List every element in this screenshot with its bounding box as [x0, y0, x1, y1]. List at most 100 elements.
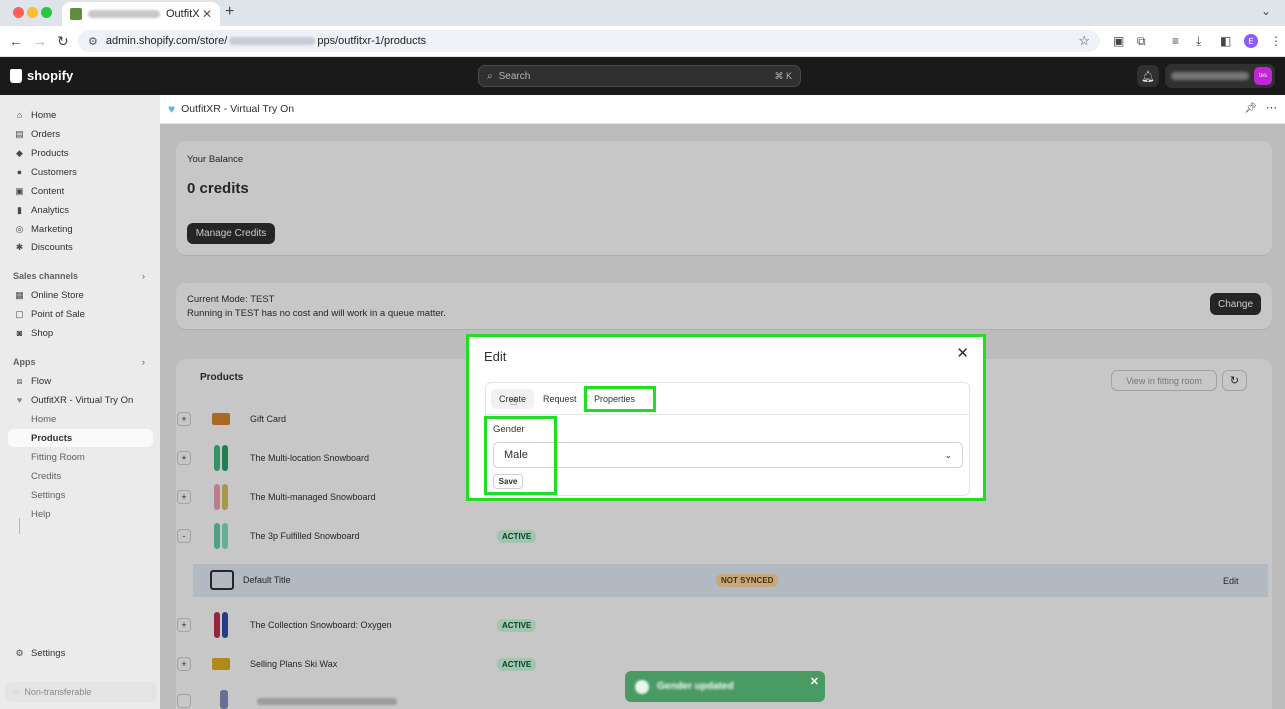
gender-select[interactable]: Male ⌄	[493, 442, 963, 468]
store-menu-button[interactable]: tes	[1165, 64, 1275, 88]
toast-notification: Gender updated ✕	[625, 671, 825, 702]
nav-settings[interactable]: ⚙ Settings	[8, 644, 153, 662]
bar-chart-icon: ▮	[17, 204, 22, 215]
nav-flow[interactable]: ⧈ Flow	[8, 372, 153, 390]
nav-marketing[interactable]: ◎ Marketing	[8, 220, 153, 238]
tab-list: Create Request Properties	[486, 383, 969, 415]
store-avatar: tes	[1254, 67, 1272, 85]
app-title: OutfitXR - Virtual Try On	[181, 103, 295, 115]
search-icon: ⌕	[487, 70, 493, 82]
reload-icon[interactable]: ↻	[57, 33, 69, 50]
pos-icon: ▢	[15, 308, 24, 319]
profile-avatar[interactable]: E	[1244, 34, 1258, 48]
tab-request[interactable]: Request	[535, 389, 585, 409]
blurred-url-segment	[229, 37, 316, 45]
blurred-store-name	[88, 10, 160, 18]
blurred-store-name	[1171, 72, 1249, 80]
site-info-icon[interactable]: ⚙	[88, 35, 98, 48]
pin-icon[interactable]: 📌︎	[1244, 103, 1257, 114]
nav-app-credits[interactable]: Credits	[8, 467, 153, 485]
gender-field-highlight	[484, 416, 557, 495]
sales-channels-heading: Sales channels	[13, 271, 79, 281]
shopify-favicon-icon	[70, 8, 82, 20]
apps-chevron-icon[interactable]: ›	[142, 357, 145, 367]
outfitxr-heart-icon: ♥	[16, 395, 23, 405]
apps-heading: Apps	[13, 357, 36, 367]
tag-icon: ◆	[16, 147, 23, 158]
target-icon: ◎	[15, 223, 24, 234]
tab-search-chevron-icon[interactable]: ⌄	[1261, 4, 1271, 18]
forward-icon[interactable]: →	[33, 33, 47, 49]
new-tab-icon[interactable]: +	[225, 3, 234, 21]
url-suffix: pps/outfitxr-1/products	[317, 35, 427, 47]
toast-status-icon	[635, 679, 649, 694]
edit-tabs-panel: Create Request Properties Gender Male ⌄ …	[484, 382, 970, 496]
nav-analytics[interactable]: ▮ Analytics	[8, 201, 153, 219]
orders-inbox-icon: ▤	[15, 128, 24, 139]
nav-app-fitting-room[interactable]: Fitting Room	[8, 448, 153, 466]
app-header: ♥ OutfitXR - Virtual Try On 📌︎ ⋯	[160, 95, 1285, 124]
extension-icon[interactable]: ▣	[1113, 34, 1124, 48]
modal-title: Edit	[484, 349, 507, 364]
edit-modal: Edit ✕ Create Request Properties Gender …	[466, 334, 986, 501]
search-placeholder: Search	[498, 70, 531, 82]
gear-icon: ⚙	[15, 647, 24, 658]
more-actions-icon[interactable]: ⋯	[1266, 101, 1277, 114]
search-shortcut: ⌘ K	[774, 70, 792, 81]
info-icon: ◌	[13, 687, 19, 697]
shopify-topbar: shopify ⌕ Search ⌘ K 🔔︎ tes	[0, 57, 1285, 95]
properties-highlight	[584, 386, 656, 412]
nav-products[interactable]: ◆ Products	[8, 144, 153, 162]
bookmark-star-icon[interactable]: ☆	[1078, 33, 1090, 49]
window-zoom-button[interactable]	[41, 7, 52, 18]
url-prefix: admin.shopify.com/store/	[105, 35, 228, 47]
nav-home[interactable]: ⌂ Home	[8, 106, 153, 124]
toast-close-icon[interactable]: ✕	[810, 675, 819, 688]
nav-online-store[interactable]: ▦ Online Store	[8, 286, 153, 304]
discount-icon: ✱	[15, 241, 24, 252]
browser-tab-bar: OutfitX ✕ + ⌄	[0, 0, 1285, 26]
browser-menu-icon[interactable]: ⋮	[1270, 34, 1282, 48]
nav-app-products[interactable]: Products	[8, 429, 153, 447]
close-icon[interactable]: ✕	[956, 344, 969, 362]
side-panel-icon[interactable]: ◧	[1220, 34, 1231, 48]
nav-customers[interactable]: ● Customers	[8, 163, 153, 181]
shopify-logo[interactable]: shopify	[10, 68, 73, 83]
sales-channels-chevron-icon[interactable]: ›	[142, 271, 145, 281]
chevron-down-icon: ⌄	[944, 449, 952, 460]
window-minimize-button[interactable]	[27, 7, 38, 18]
browser-tab[interactable]: OutfitX ✕	[62, 2, 220, 26]
address-bar[interactable]: ⚙ admin.shopify.com/store/ pps/outfitxr-…	[78, 30, 1100, 52]
nav-shop[interactable]: ◙ Shop	[8, 324, 153, 342]
nav-outfitxr[interactable]: ♥ OutfitXR - Virtual Try On	[8, 391, 153, 409]
nav-point-of-sale[interactable]: ▢ Point of Sale	[8, 305, 153, 323]
non-transferable-badge: ◌ Non-transferable	[5, 682, 157, 702]
browser-toolbar: ← → ↻ ⚙ admin.shopify.com/store/ pps/out…	[0, 26, 1285, 57]
back-icon[interactable]: ←	[9, 33, 23, 49]
tab-title: OutfitX	[166, 8, 200, 20]
home-icon: ⌂	[16, 110, 23, 120]
nav-app-settings[interactable]: Settings	[8, 486, 153, 504]
nav-content[interactable]: ▣ Content	[8, 182, 153, 200]
nav-discounts[interactable]: ✱ Discounts	[8, 238, 153, 256]
storefront-icon: ▦	[15, 289, 24, 300]
window-close-button[interactable]	[13, 7, 24, 18]
toast-message: Gender updated	[657, 681, 734, 692]
content-image-icon: ▣	[15, 185, 24, 196]
download-icon[interactable]: ⤓	[1196, 34, 1201, 49]
nav-app-help[interactable]: Help	[8, 505, 153, 523]
shopify-bag-icon	[10, 68, 22, 83]
extensions-puzzle-icon[interactable]: ⧉	[1137, 34, 1146, 49]
notifications-bell-icon[interactable]: 🔔︎	[1137, 65, 1159, 87]
person-icon: ●	[16, 167, 23, 177]
mouse-cursor-icon: ☝︎	[510, 394, 518, 408]
admin-sidebar: ⌂ Home ▤ Orders ◆ Products ● Customers ▣ Cont…	[0, 95, 160, 709]
tab-close-icon[interactable]: ✕	[202, 7, 212, 21]
shop-bag-icon: ◙	[16, 328, 23, 338]
outfitxr-logo-icon: ♥	[168, 102, 176, 116]
reading-list-icon[interactable]: ≡	[1172, 34, 1179, 48]
nav-app-home[interactable]: Home	[8, 410, 153, 428]
nav-orders[interactable]: ▤ Orders	[8, 125, 153, 143]
search-input[interactable]: ⌕ Search ⌘ K	[478, 65, 801, 87]
flow-icon: ⧈	[16, 375, 23, 386]
